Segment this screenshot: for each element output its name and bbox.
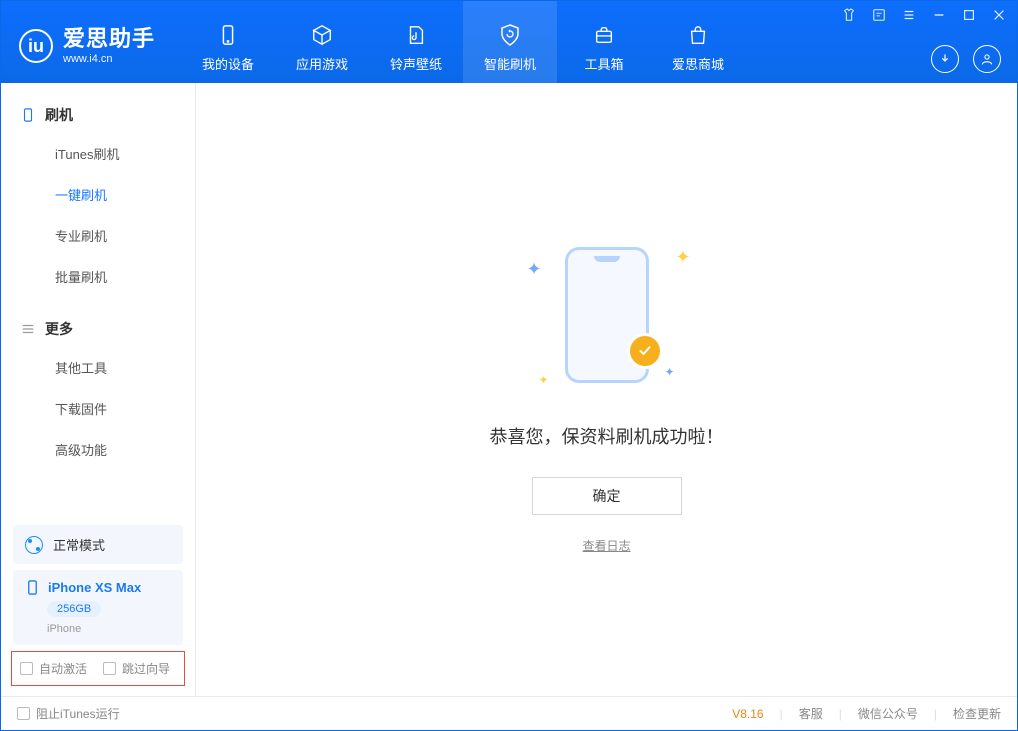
tab-my-device[interactable]: 我的设备 — [181, 1, 275, 83]
tab-label: 智能刷机 — [484, 54, 536, 73]
checkbox-block-itunes[interactable]: 阻止iTunes运行 — [17, 705, 120, 722]
main-panel: ✦ ✦ ✦ ✦ 恭喜您，保资料刷机成功啦！ 确定 查看日志 — [196, 83, 1017, 696]
group-label: 刷机 — [45, 105, 73, 125]
device-card[interactable]: iPhone XS Max 256GB iPhone — [13, 570, 183, 645]
tab-label: 应用游戏 — [296, 54, 348, 73]
close-button[interactable] — [991, 7, 1007, 23]
sidebar-group-flash: 刷机 — [1, 97, 195, 133]
flash-options-highlight: 自动激活 跳过向导 — [11, 651, 185, 686]
titlebar-circle-buttons — [931, 45, 1001, 73]
success-check-badge-icon — [627, 333, 663, 369]
success-illustration: ✦ ✦ ✦ ✦ — [517, 225, 697, 405]
shopping-bag-icon — [685, 22, 711, 48]
separator: | — [780, 707, 783, 721]
statusbar: 阻止iTunes运行 V8.16 | 客服 | 微信公众号 | 检查更新 — [1, 696, 1017, 730]
check-update-link[interactable]: 检查更新 — [953, 705, 1001, 722]
sparkle-icon: ✦ — [675, 247, 690, 268]
sidebar: 刷机 iTunes刷机 一键刷机 专业刷机 批量刷机 更多 其他工具 下载固件 … — [1, 83, 196, 696]
logo-text: 爱思助手 www.i4.cn — [63, 28, 155, 65]
device-kind: iPhone — [47, 623, 171, 635]
body: 刷机 iTunes刷机 一键刷机 专业刷机 批量刷机 更多 其他工具 下载固件 … — [1, 83, 1017, 696]
checkbox-icon — [17, 707, 30, 720]
tab-toolbox[interactable]: 工具箱 — [557, 1, 651, 83]
minimize-button[interactable] — [931, 7, 947, 23]
mode-label: 正常模式 — [53, 535, 105, 554]
main-tabs: 我的设备 应用游戏 铃声壁纸 智能刷机 — [181, 1, 745, 83]
separator: | — [839, 707, 842, 721]
tab-label: 我的设备 — [202, 54, 254, 73]
checkbox-skip-guide[interactable]: 跳过向导 — [103, 660, 170, 677]
checkbox-label: 阻止iTunes运行 — [36, 705, 120, 722]
tab-ringtone-wallpaper[interactable]: 铃声壁纸 — [369, 1, 463, 83]
logo-badge-icon: iu — [19, 29, 53, 63]
app-url: www.i4.cn — [63, 54, 155, 65]
mode-card[interactable]: 正常模式 — [13, 525, 183, 564]
tab-label: 工具箱 — [585, 54, 624, 73]
sidebar-group-more: 更多 — [1, 311, 195, 347]
tab-label: 铃声壁纸 — [390, 54, 442, 73]
device-icon — [215, 22, 241, 48]
music-file-icon — [403, 22, 429, 48]
mode-icon — [25, 536, 43, 554]
sparkle-icon: ✦ — [539, 373, 549, 387]
phone-small-icon — [25, 580, 40, 595]
cube-icon — [309, 22, 335, 48]
account-button[interactable] — [973, 45, 1001, 73]
sidebar-item-advanced[interactable]: 高级功能 — [1, 429, 195, 470]
checkbox-icon — [20, 662, 33, 675]
confirm-button[interactable]: 确定 — [532, 477, 682, 515]
checkbox-icon — [103, 662, 116, 675]
sidebar-item-download-firmware[interactable]: 下载固件 — [1, 388, 195, 429]
capacity-pill: 256GB — [47, 601, 101, 617]
sidebar-item-pro-flash[interactable]: 专业刷机 — [1, 215, 195, 256]
version-label: V8.16 — [732, 707, 763, 721]
tab-smart-flash[interactable]: 智能刷机 — [463, 1, 557, 83]
success-message: 恭喜您，保资料刷机成功啦！ — [490, 423, 724, 449]
group-label: 更多 — [45, 319, 73, 339]
app-name: 爱思助手 — [63, 28, 155, 50]
tab-apps-games[interactable]: 应用游戏 — [275, 1, 369, 83]
sidebar-item-one-click-flash[interactable]: 一键刷机 — [1, 174, 195, 215]
sidebar-item-batch-flash[interactable]: 批量刷机 — [1, 256, 195, 297]
sidebar-item-other-tools[interactable]: 其他工具 — [1, 347, 195, 388]
wechat-link[interactable]: 微信公众号 — [858, 705, 918, 722]
list-icon — [21, 322, 35, 336]
window-controls — [841, 7, 1007, 23]
sparkle-icon: ✦ — [664, 365, 674, 379]
titlebar: iu 爱思助手 www.i4.cn 我的设备 应用游戏 — [1, 1, 1017, 83]
phone-icon — [21, 108, 35, 122]
shield-refresh-icon — [497, 22, 523, 48]
view-log-link[interactable]: 查看日志 — [582, 537, 630, 554]
support-link[interactable]: 客服 — [799, 705, 823, 722]
tab-store[interactable]: 爱思商城 — [651, 1, 745, 83]
checkbox-label: 自动激活 — [39, 660, 87, 677]
sidebar-item-itunes-flash[interactable]: iTunes刷机 — [1, 133, 195, 174]
shirt-icon[interactable] — [841, 7, 857, 23]
checkbox-auto-activate[interactable]: 自动激活 — [20, 660, 87, 677]
download-button[interactable] — [931, 45, 959, 73]
maximize-button[interactable] — [961, 7, 977, 23]
app-window: iu 爱思助手 www.i4.cn 我的设备 应用游戏 — [0, 0, 1018, 731]
device-name: iPhone XS Max — [48, 580, 141, 595]
toolbox-icon — [591, 22, 617, 48]
checkbox-label: 跳过向导 — [122, 660, 170, 677]
logo[interactable]: iu 爱思助手 www.i4.cn — [19, 1, 171, 83]
tab-label: 爱思商城 — [672, 54, 724, 73]
feedback-icon[interactable] — [871, 7, 887, 23]
sparkle-icon: ✦ — [527, 259, 542, 280]
separator: | — [934, 707, 937, 721]
menu-icon[interactable] — [901, 7, 917, 23]
sidebar-bottom: 正常模式 iPhone XS Max 256GB iPhone 自动激活 — [1, 519, 195, 696]
